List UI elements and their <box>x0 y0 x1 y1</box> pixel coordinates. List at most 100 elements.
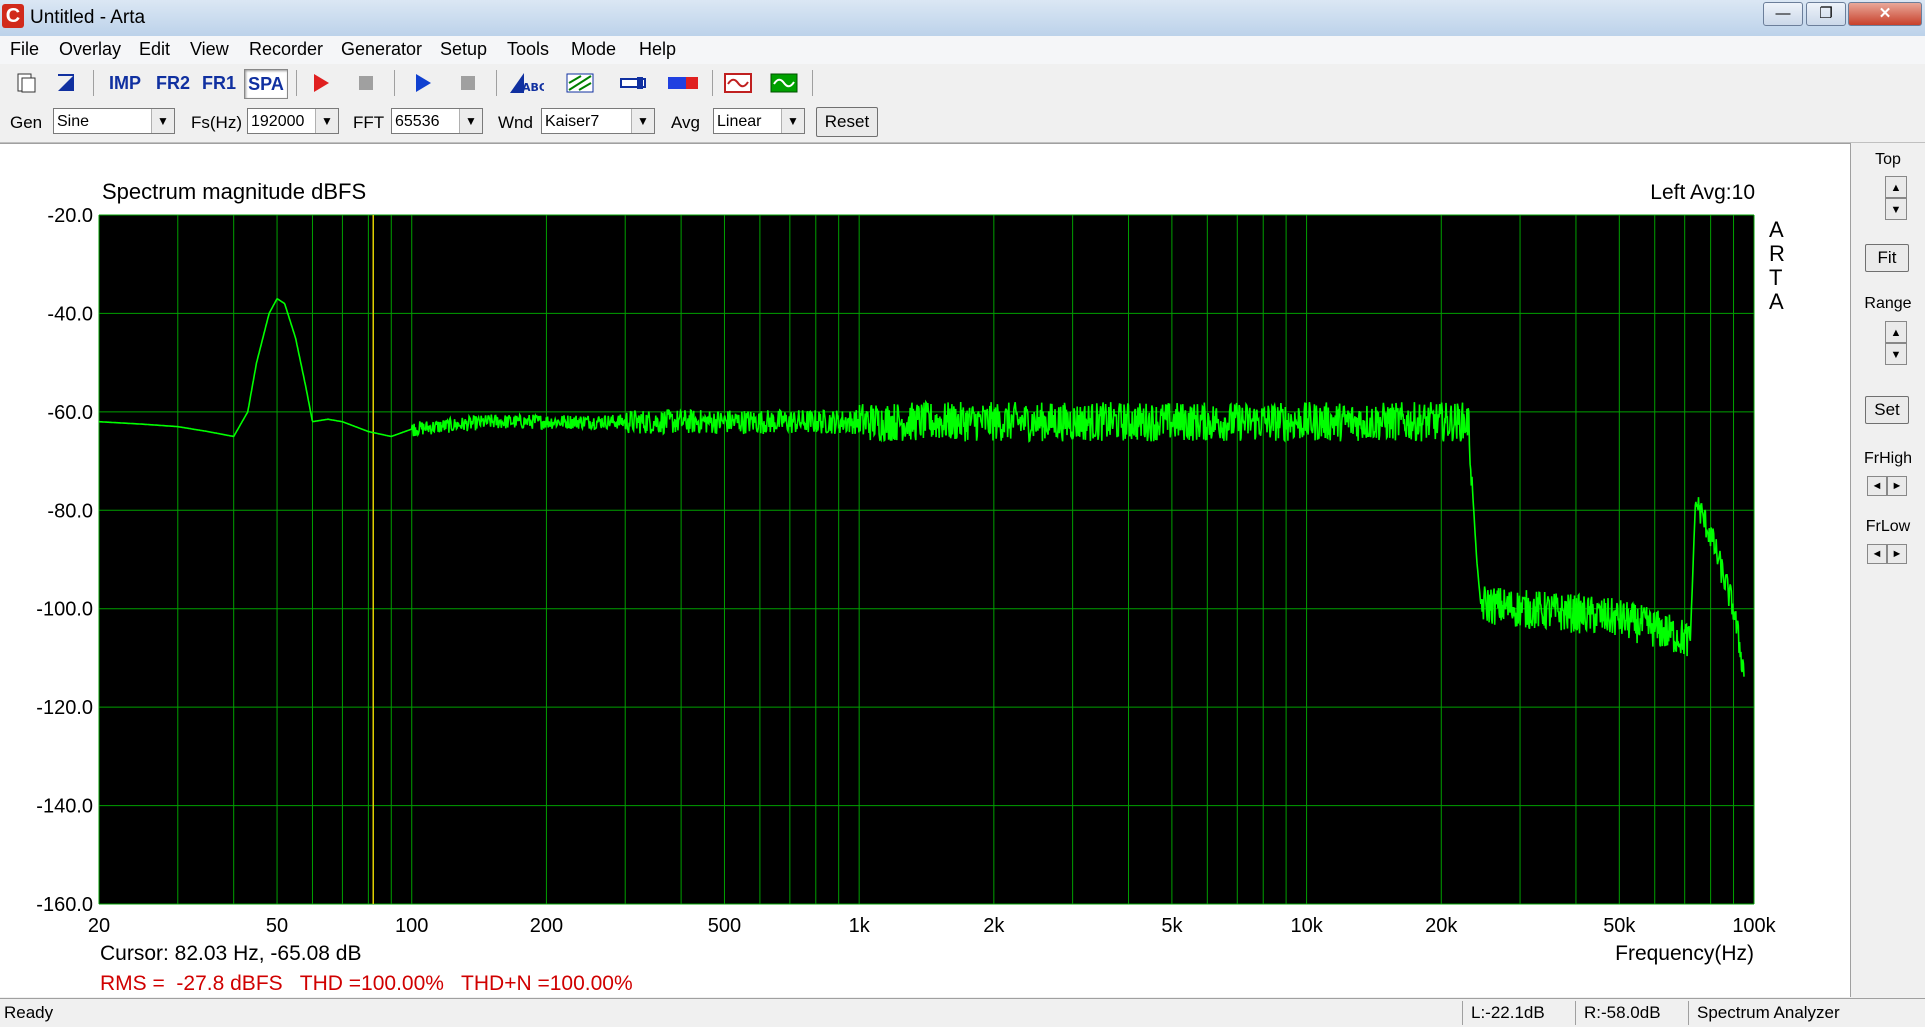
y-tick-label: -60.0 <box>47 402 93 424</box>
frlow-right-button[interactable]: ► <box>1887 544 1907 564</box>
generator-play-icon[interactable] <box>404 69 440 97</box>
spa-mode-button[interactable]: SPA <box>244 69 288 99</box>
x-tick-label: 2k <box>983 915 1005 937</box>
window-value: Kaiser7 <box>545 113 600 130</box>
status-ready: Ready <box>4 1003 54 1022</box>
record-play-icon[interactable] <box>302 69 338 97</box>
level-meter-icon[interactable] <box>616 69 652 97</box>
top-down-button[interactable]: ▼ <box>1885 198 1907 220</box>
chevron-down-icon: ▼ <box>781 109 804 133</box>
menu-edit[interactable]: Edit <box>139 39 170 60</box>
chart-title: Spectrum magnitude dBFS <box>102 179 366 204</box>
chevron-down-icon: ▼ <box>151 109 174 133</box>
menu-file[interactable]: File <box>10 39 39 60</box>
side-letter: A <box>1769 217 1784 242</box>
y-tick-label: -40.0 <box>47 303 93 325</box>
chevron-down-icon: ▼ <box>459 109 482 133</box>
plot-area[interactable] <box>99 215 1754 904</box>
generator-value: Sine <box>57 113 90 130</box>
reset-button[interactable]: Reset <box>816 107 878 137</box>
sample-rate-value: 192000 <box>251 113 305 130</box>
impulse-mode-button[interactable]: IMP <box>104 69 146 97</box>
x-tick-label: 100 <box>395 915 428 937</box>
frhigh-left-button[interactable]: ◄ <box>1867 476 1887 496</box>
new-file-icon[interactable] <box>8 69 44 97</box>
x-tick-label: 1k <box>849 915 871 937</box>
menu-mode[interactable]: Mode <box>571 39 616 60</box>
side-letter: R <box>1769 241 1785 266</box>
arta-side-label: A R T A <box>1769 217 1785 314</box>
menu-help[interactable]: Help <box>639 39 676 60</box>
menu-setup[interactable]: Setup <box>440 39 487 60</box>
menu-generator[interactable]: Generator <box>341 39 422 60</box>
cursor-readout: Cursor: 82.03 Hz, -65.08 dB <box>100 942 361 965</box>
side-letter: A <box>1769 289 1784 314</box>
menu-recorder[interactable]: Recorder <box>249 39 323 60</box>
fs-label: Fs(Hz) <box>191 113 242 132</box>
generator-select[interactable]: Sine ▼ <box>53 108 175 134</box>
abc-text-icon[interactable]: ABC <box>506 69 547 97</box>
fr2-mode-button[interactable]: FR2 <box>152 69 194 97</box>
svg-text:ABC: ABC <box>522 81 544 94</box>
side-letter: T <box>1769 265 1782 290</box>
x-axis-label: Frequency(Hz) <box>1615 942 1754 965</box>
y-tick-label: -80.0 <box>47 500 93 522</box>
open-file-icon[interactable] <box>48 69 84 97</box>
x-tick-label: 200 <box>530 915 563 937</box>
chevron-down-icon: ▼ <box>631 109 654 133</box>
gen-label: Gen <box>10 113 43 132</box>
minimize-button[interactable]: — <box>1763 2 1803 26</box>
y-tick-label: -140.0 <box>36 796 93 818</box>
frhigh-right-button[interactable]: ► <box>1887 476 1907 496</box>
spectrum-chart-svg[interactable]: Spectrum magnitude dBFS Left Avg:10 -20.… <box>0 144 1850 997</box>
range-label: Range <box>1864 295 1912 312</box>
sample-rate-select[interactable]: 192000 ▼ <box>247 108 339 134</box>
record-stop-icon[interactable] <box>348 69 384 97</box>
level-bar-icon[interactable] <box>665 69 701 97</box>
average-select[interactable]: Linear ▼ <box>713 108 805 134</box>
y-tick-label: -20.0 <box>47 205 93 227</box>
maximize-button[interactable]: ❐ <box>1806 2 1846 26</box>
right-control-panel: Top ▲ ▼ Fit Range ▲ ▼ Set FrHigh ◄ ► FrL… <box>1851 143 1925 996</box>
close-button[interactable]: ✕ <box>1848 2 1922 26</box>
x-tick-label: 50k <box>1603 915 1636 937</box>
mode-indicator: Spectrum Analyzer <box>1697 1003 1840 1022</box>
oscilloscope-icon[interactable] <box>720 69 756 97</box>
avg-label: Avg <box>671 113 700 132</box>
fr1-mode-button[interactable]: FR1 <box>198 69 240 97</box>
set-button[interactable]: Set <box>1865 396 1909 424</box>
window-title: Untitled - Arta <box>30 7 146 28</box>
range-down-button[interactable]: ▼ <box>1885 343 1907 365</box>
wnd-label: Wnd <box>498 113 533 132</box>
grid-hatch-icon[interactable] <box>562 69 598 97</box>
fft-size-value: 65536 <box>395 113 440 130</box>
menu-overlay[interactable]: Overlay <box>59 39 121 60</box>
fft-label: FFT <box>353 113 385 132</box>
y-tick-label: -160.0 <box>36 894 93 916</box>
spectrum-chart[interactable]: Spectrum magnitude dBFS Left Avg:10 -20.… <box>0 143 1851 997</box>
range-up-button[interactable]: ▲ <box>1885 321 1907 343</box>
spectrum-scope-icon[interactable] <box>766 69 802 97</box>
fit-button[interactable]: Fit <box>1865 244 1909 272</box>
frlow-left-button[interactable]: ◄ <box>1867 544 1887 564</box>
x-tick-label: 50 <box>266 915 288 937</box>
arta-app-icon: C <box>2 4 24 28</box>
menu-view[interactable]: View <box>190 39 229 60</box>
left-level: L:-22.1dB <box>1471 1003 1545 1022</box>
toolbar: IMP FR2 FR1 SPA ABC <box>0 64 1925 103</box>
x-tick-label: 500 <box>708 915 741 937</box>
x-tick-label: 100k <box>1732 915 1776 937</box>
status-bar: Ready L:-22.1dB R:-58.0dB Spectrum Analy… <box>0 998 1925 1027</box>
y-tick-label: -100.0 <box>36 599 93 621</box>
x-tick-label: 20k <box>1425 915 1458 937</box>
fft-size-select[interactable]: 65536 ▼ <box>391 108 483 134</box>
y-tick-label: -120.0 <box>36 697 93 719</box>
top-up-button[interactable]: ▲ <box>1885 176 1907 198</box>
menu-tools[interactable]: Tools <box>507 39 549 60</box>
generator-stop-icon[interactable] <box>450 69 486 97</box>
controls-bar: Gen Sine ▼ Fs(Hz) 192000 ▼ FFT 65536 ▼ W… <box>0 102 1925 143</box>
window-select[interactable]: Kaiser7 ▼ <box>541 108 655 134</box>
top-label: Top <box>1875 151 1901 168</box>
menu-bar: File Overlay Edit View Recorder Generato… <box>0 36 1925 65</box>
frlow-label: FrLow <box>1865 518 1911 535</box>
